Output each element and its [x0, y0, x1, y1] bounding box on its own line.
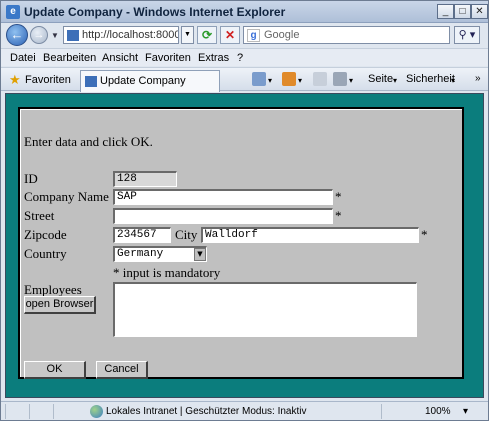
feeds-dropdown-icon[interactable]: ▾: [298, 76, 302, 85]
menu-item-ansicht[interactable]: Ansicht: [102, 52, 138, 64]
page-content: Enter data and click OK. ID 128 Company …: [5, 93, 484, 398]
print-dropdown-icon[interactable]: ▾: [349, 76, 353, 85]
tab-update-company[interactable]: Update Company: [80, 70, 220, 92]
browser-window: e Update Company - Windows Internet Expl…: [0, 0, 489, 421]
globe-icon: [90, 405, 103, 418]
url-text: http://localhost:8000/: [82, 29, 178, 41]
favorites-bar: ★ Favoriten Update Company ▾ ▾ ▾ Seite ▾…: [1, 67, 488, 92]
search-input[interactable]: g Google: [243, 26, 450, 44]
window-title: Update Company - Windows Internet Explor…: [24, 5, 286, 19]
city-mandatory-mark: *: [421, 227, 428, 242]
feeds-icon[interactable]: [282, 72, 296, 86]
home-icon[interactable]: [252, 72, 266, 86]
close-button[interactable]: ✕: [471, 4, 488, 19]
stop-icon[interactable]: ✕: [220, 26, 240, 44]
url-input[interactable]: http://localhost:8000/: [63, 26, 179, 44]
id-label: ID: [24, 171, 38, 186]
cancel-button[interactable]: Cancel: [96, 361, 148, 379]
menu-item-datei[interactable]: Datei: [10, 52, 36, 64]
country-value: Germany: [117, 248, 164, 260]
mandatory-note: * input is mandatory: [113, 265, 221, 280]
minimize-button[interactable]: _: [437, 4, 454, 19]
instruction-text: Enter data and click OK.: [24, 134, 153, 149]
mail-icon[interactable]: [313, 72, 327, 86]
zoom-dropdown-icon[interactable]: ▾: [463, 406, 468, 417]
page-icon: [85, 76, 97, 87]
company-name-label: Company Name: [24, 189, 109, 204]
search-placeholder: Google: [264, 29, 300, 41]
forward-icon[interactable]: →: [30, 26, 48, 44]
ie-icon: e: [6, 5, 20, 19]
menu-item-extras[interactable]: Extras: [198, 52, 229, 64]
security-menu[interactable]: Sicherheit: [406, 73, 455, 85]
company-mandatory-mark: *: [335, 189, 342, 204]
page-menu[interactable]: Seite: [368, 73, 393, 85]
menu-bar: Datei Bearbeiten Ansicht Favoriten Extra…: [1, 48, 488, 66]
open-browser-button[interactable]: open Browser: [24, 296, 96, 314]
status-cell: [29, 404, 51, 419]
city-field[interactable]: Walldorf: [201, 227, 419, 243]
ok-button[interactable]: OK: [24, 361, 86, 379]
street-label: Street: [24, 208, 55, 223]
zoom-level[interactable]: 100%: [425, 406, 451, 417]
page-dropdown-icon: ▾: [393, 76, 398, 85]
menu-item-bearbeiten[interactable]: Bearbeiten: [43, 52, 96, 64]
menu-item-favoriten[interactable]: Favoriten: [145, 52, 191, 64]
history-dropdown-icon[interactable]: ▼: [51, 31, 59, 40]
favorites-button[interactable]: Favoriten: [25, 74, 71, 86]
city-label: City: [175, 227, 198, 242]
maximize-button[interactable]: □: [454, 4, 471, 19]
employees-list[interactable]: [113, 282, 417, 337]
home-dropdown-icon[interactable]: ▾: [268, 76, 272, 85]
status-bar: Lokales Intranet | Geschützter Modus: In…: [1, 401, 488, 420]
google-icon: g: [247, 29, 260, 42]
title-bar: e Update Company - Windows Internet Expl…: [1, 1, 488, 23]
street-mandatory-mark: *: [335, 208, 342, 223]
country-select[interactable]: Germany ▼: [113, 246, 207, 262]
url-dropdown-icon[interactable]: ▼: [181, 26, 194, 44]
update-company-form: Enter data and click OK. ID 128 Company …: [18, 107, 464, 379]
id-field: 128: [113, 171, 177, 187]
zone-status: Lokales Intranet | Geschützter Modus: In…: [106, 406, 307, 417]
security-dropdown-icon: ▾: [451, 76, 456, 85]
status-cell: [5, 404, 27, 419]
star-icon[interactable]: ★: [9, 72, 21, 88]
refresh-icon[interactable]: ⟳: [197, 26, 217, 44]
zipcode-field[interactable]: 234567: [113, 227, 171, 243]
search-icon[interactable]: ⚲ ▾: [454, 26, 480, 44]
zipcode-label: Zipcode: [24, 227, 67, 242]
country-label: Country: [24, 246, 67, 261]
menu-item-help[interactable]: ?: [237, 52, 243, 64]
site-icon: [67, 30, 79, 41]
print-icon[interactable]: [333, 72, 347, 86]
back-icon[interactable]: ←: [6, 24, 28, 46]
protected-mode-cell[interactable]: [381, 404, 421, 419]
chevron-right-icon[interactable]: »: [475, 73, 481, 84]
street-field[interactable]: [113, 208, 333, 224]
status-cell: [53, 404, 75, 419]
company-name-field[interactable]: SAP: [113, 189, 333, 205]
address-bar: ← → ▼ http://localhost:8000/ ▼ ⟳ ✕ g Goo…: [1, 23, 488, 47]
chevron-down-icon[interactable]: ▼: [194, 248, 206, 261]
tab-label: Update Company: [100, 75, 186, 87]
